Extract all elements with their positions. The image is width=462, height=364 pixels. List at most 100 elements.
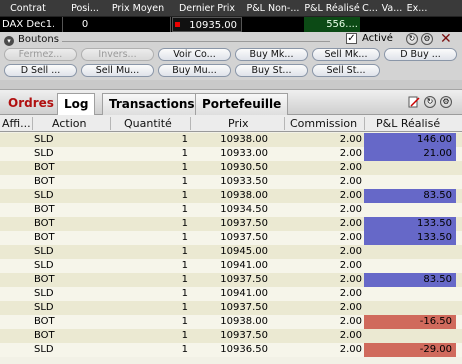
sell-multi-button[interactable]: Sell Mu... <box>81 64 154 77</box>
table-row[interactable]: BOT 1 10937.50 2.00 83.50 <box>0 273 462 287</box>
price-cell: 10936.50 <box>220 344 268 355</box>
commission-cell: 2.00 <box>339 176 362 187</box>
action-cell: SLD <box>34 344 54 355</box>
col-last-price[interactable]: Dernier Prix <box>172 0 242 17</box>
price-cell: 10937.50 <box>220 218 268 229</box>
commission-cell: 2.00 <box>339 148 362 159</box>
column-divider[interactable] <box>32 117 33 130</box>
table-row[interactable]: SLD 1 10938.00 2.00 146.00 <box>0 133 462 147</box>
buy-stop-button[interactable]: Buy St... <box>235 64 308 77</box>
col-unrealized-pl[interactable]: P&L Non-... <box>244 0 302 17</box>
quote-header: Contrat Posi... Prix Moyen Dernier Prix … <box>0 0 462 17</box>
table-row[interactable]: SLD 1 10945.00 2.00 <box>0 245 462 259</box>
table-row[interactable]: SLD 1 10941.00 2.00 <box>0 287 462 301</box>
header-action[interactable]: Action <box>52 115 86 132</box>
col-realized-pl[interactable]: P&L Réalisé <box>304 0 360 17</box>
realized-pl-value[interactable]: 556.... <box>304 17 360 32</box>
table-row[interactable]: BOT 1 10937.50 2.00 <box>0 329 462 343</box>
close-icon[interactable]: ✕ <box>440 32 452 46</box>
c-value[interactable] <box>361 17 379 32</box>
action-cell: SLD <box>34 148 54 159</box>
panel-divider <box>62 41 330 42</box>
header-affi[interactable]: Affi... <box>2 115 31 132</box>
collapse-chevron-icon[interactable]: ▾ <box>4 36 14 46</box>
table-row[interactable]: SLD 1 10933.00 2.00 21.00 <box>0 147 462 161</box>
d-sell-button[interactable]: D Sell ... <box>4 64 77 77</box>
price-cell: 10937.50 <box>220 274 268 285</box>
tab-log[interactable]: Log <box>57 93 96 115</box>
quantity-cell: 1 <box>181 218 188 229</box>
d-buy-button[interactable]: D Buy ... <box>384 48 457 61</box>
table-row[interactable]: SLD 1 10941.00 2.00 <box>0 259 462 273</box>
col-position[interactable]: Posi... <box>65 0 105 17</box>
column-divider <box>170 17 171 32</box>
col-avg-price[interactable]: Prix Moyen <box>106 0 170 17</box>
va-value[interactable] <box>381 17 403 32</box>
refresh-tab-icon[interactable]: ↻ <box>424 96 436 108</box>
commission-cell: 2.00 <box>339 260 362 271</box>
header-realized-pl[interactable]: P&L Réalisé <box>376 115 440 132</box>
header-price[interactable]: Prix <box>228 115 249 132</box>
col-va[interactable]: Va... <box>381 0 403 17</box>
quantity-cell: 1 <box>181 246 188 257</box>
unrealized-pl-value[interactable] <box>244 17 302 32</box>
realized-pl-cell: 146.00 <box>364 133 456 147</box>
col-contract[interactable]: Contrat <box>2 0 54 17</box>
realized-pl-cell <box>364 175 456 189</box>
table-row[interactable]: SLD 1 10938.00 2.00 83.50 <box>0 189 462 203</box>
settings-icon[interactable]: ⚙ <box>421 33 433 45</box>
commission-cell: 2.00 <box>339 134 362 145</box>
buttons-panel-title: Boutons <box>18 34 59 45</box>
tab-portefeuille[interactable]: Portefeuille <box>195 93 289 115</box>
sell-stop-button[interactable]: Sell St... <box>312 64 380 77</box>
price-cell: 10938.00 <box>220 134 268 145</box>
quote-row[interactable]: DAX Dec1... 0 10935.00 556.... <box>0 17 462 32</box>
contract-name[interactable]: DAX Dec1... <box>2 17 54 32</box>
reverse-position-button[interactable]: Invers... <box>81 48 154 61</box>
commission-cell: 2.00 <box>339 162 362 173</box>
refresh-icon[interactable]: ↻ <box>406 33 418 45</box>
realized-pl-cell <box>364 329 456 343</box>
table-row[interactable]: SLD 1 10937.50 2.00 <box>0 301 462 315</box>
view-contract-button[interactable]: Voir Co... <box>158 48 231 61</box>
column-divider[interactable] <box>190 117 191 130</box>
tab-ordres[interactable]: Ordres <box>2 93 60 115</box>
action-cell: BOT <box>34 316 55 327</box>
table-row[interactable]: BOT 1 10938.00 2.00 -16.50 <box>0 315 462 329</box>
col-c[interactable]: C... <box>361 0 379 17</box>
tab-settings-icon[interactable]: ⚙ <box>440 96 452 108</box>
table-row[interactable]: BOT 1 10933.50 2.00 <box>0 175 462 189</box>
column-divider[interactable] <box>364 117 365 130</box>
quantity-cell: 1 <box>181 316 188 327</box>
last-price-value[interactable]: 10935.00 <box>172 17 242 32</box>
header-quantity[interactable]: Quantité <box>124 115 172 132</box>
quantity-cell: 1 <box>181 176 188 187</box>
quantity-cell: 1 <box>181 288 188 299</box>
column-divider[interactable] <box>110 117 111 130</box>
commission-cell: 2.00 <box>339 232 362 243</box>
table-row[interactable]: BOT 1 10934.50 2.00 <box>0 203 462 217</box>
quantity-cell: 1 <box>181 148 188 159</box>
tab-transactions[interactable]: Transactions <box>102 93 202 115</box>
ex-value[interactable] <box>405 17 429 32</box>
realized-pl-cell: 83.50 <box>364 273 456 287</box>
table-row[interactable]: BOT 1 10930.50 2.00 <box>0 161 462 175</box>
action-cell: BOT <box>34 330 55 341</box>
column-divider[interactable] <box>284 117 285 130</box>
header-commission[interactable]: Commission <box>290 115 357 132</box>
activate-checkbox[interactable]: ✓ <box>346 33 357 44</box>
buy-market-button[interactable]: Buy Mk... <box>235 48 308 61</box>
table-row[interactable]: SLD 1 10936.50 2.00 -29.00 <box>0 343 462 357</box>
realized-pl-cell <box>364 203 456 217</box>
sell-market-button[interactable]: Sell Mk... <box>312 48 380 61</box>
position-value[interactable]: 0 <box>65 17 105 32</box>
price-cell: 10945.00 <box>220 246 268 257</box>
commission-cell: 2.00 <box>339 190 362 201</box>
avg-price-value[interactable] <box>106 17 170 32</box>
edit-icon[interactable] <box>408 96 420 108</box>
col-ex[interactable]: Ex... <box>405 0 429 17</box>
close-position-button[interactable]: Fermez... <box>4 48 77 61</box>
table-row[interactable]: BOT 1 10937.50 2.00 133.50 <box>0 231 462 245</box>
buy-multi-button[interactable]: Buy Mu... <box>158 64 231 77</box>
table-row[interactable]: BOT 1 10937.50 2.00 133.50 <box>0 217 462 231</box>
